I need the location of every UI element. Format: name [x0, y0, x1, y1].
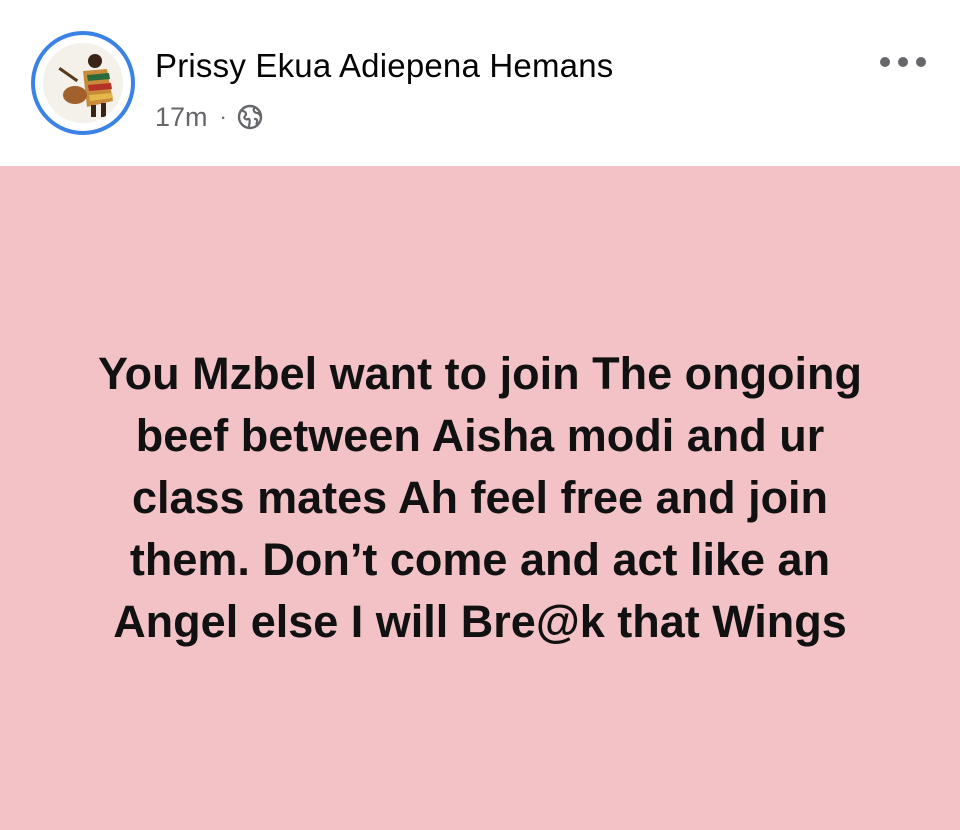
- avatar-story-ring[interactable]: [31, 31, 135, 135]
- profile-photo-avatar: [43, 43, 123, 123]
- globe-icon[interactable]: [237, 104, 263, 130]
- dot: [880, 57, 890, 67]
- post-text: You Mzbel want to join The ongoing beef …: [97, 348, 863, 647]
- post-header: Prissy Ekua Adiepena Hemans 17m ·: [0, 0, 960, 166]
- post-body-background: You Mzbel want to join The ongoing beef …: [0, 166, 960, 830]
- dot: [898, 57, 908, 67]
- author-name[interactable]: Prissy Ekua Adiepena Hemans: [155, 46, 613, 86]
- dot: [916, 57, 926, 67]
- post-timestamp[interactable]: 17m: [155, 102, 208, 133]
- meta-separator: ·: [219, 104, 227, 129]
- post-meta: 17m ·: [155, 100, 263, 134]
- facebook-post: Prissy Ekua Adiepena Hemans 17m · You Mz…: [0, 0, 960, 830]
- more-options-icon[interactable]: [880, 50, 926, 74]
- avatar[interactable]: [43, 43, 123, 123]
